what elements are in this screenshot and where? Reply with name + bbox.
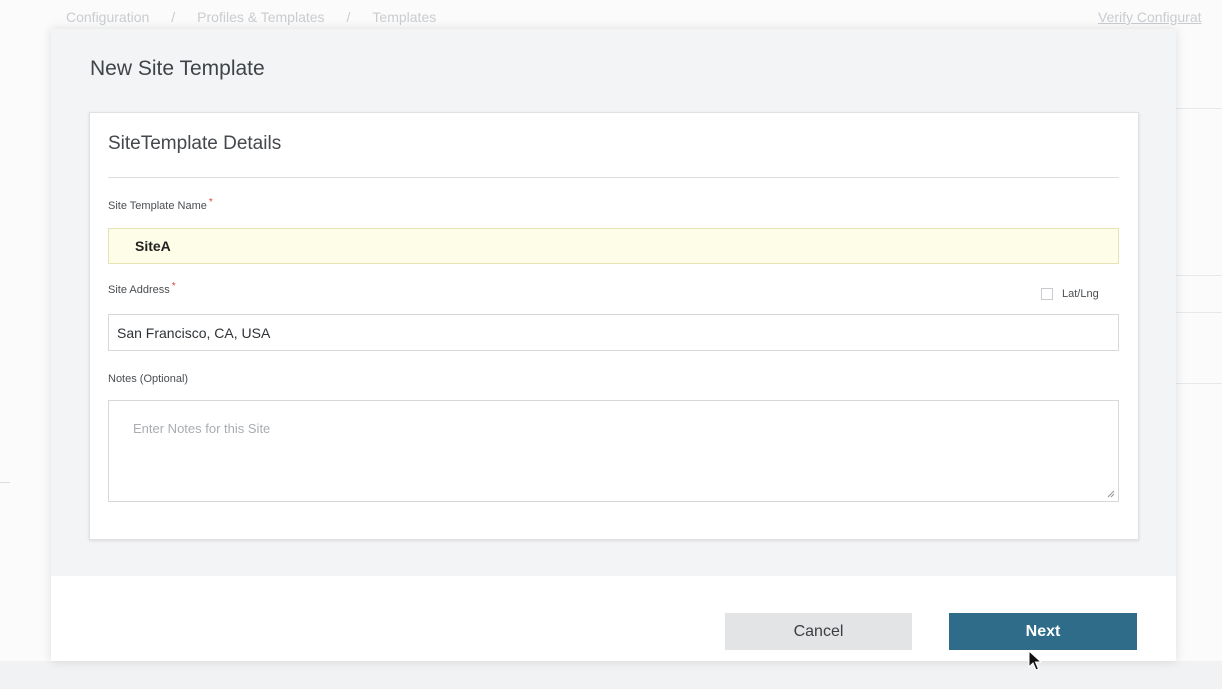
label-text: Site Address bbox=[108, 284, 170, 296]
background-breadcrumb: Configuration / Profiles & Templates / T… bbox=[66, 9, 458, 25]
breadcrumb-item[interactable]: Profiles & Templates bbox=[197, 9, 324, 25]
background-divider bbox=[1176, 312, 1222, 313]
dialog-body: New Site Template SiteTemplate Details S… bbox=[51, 29, 1176, 576]
next-button[interactable]: Next bbox=[949, 613, 1137, 650]
site-template-name-input[interactable] bbox=[108, 228, 1119, 264]
new-site-template-dialog: New Site Template SiteTemplate Details S… bbox=[51, 29, 1176, 661]
required-marker: * bbox=[208, 197, 213, 208]
required-marker: * bbox=[171, 281, 176, 292]
latlng-checkbox[interactable] bbox=[1041, 288, 1053, 300]
mouse-cursor-icon bbox=[1028, 650, 1042, 671]
notes-textarea[interactable] bbox=[108, 400, 1119, 502]
card-title: SiteTemplate Details bbox=[108, 133, 282, 154]
label-text: Site Template Name bbox=[108, 200, 207, 212]
dialog-title: New Site Template bbox=[90, 57, 265, 80]
breadcrumb-item: Templates bbox=[372, 9, 437, 25]
site-template-name-label: Site Template Name * bbox=[108, 197, 213, 212]
page: Configuration / Profiles & Templates / T… bbox=[0, 0, 1222, 689]
notes-label: Notes (Optional) bbox=[108, 373, 189, 385]
background-divider bbox=[1176, 108, 1222, 109]
breadcrumb-separator: / bbox=[346, 9, 351, 25]
site-address-label: Site Address * bbox=[108, 281, 176, 296]
background-divider bbox=[0, 482, 10, 483]
cancel-button[interactable]: Cancel bbox=[725, 613, 912, 650]
latlng-label: Lat/Lng bbox=[1062, 288, 1099, 300]
breadcrumb-item[interactable]: Configuration bbox=[66, 9, 149, 25]
site-template-details-card: SiteTemplate Details Site Template Name *… bbox=[89, 112, 1139, 540]
site-address-input[interactable] bbox=[108, 314, 1119, 351]
verify-configuration-link[interactable]: Verify Configurat bbox=[1098, 9, 1202, 25]
background-divider bbox=[1176, 275, 1222, 276]
breadcrumb-separator: / bbox=[171, 9, 176, 25]
resize-grip-icon[interactable] bbox=[1107, 490, 1115, 498]
card-divider bbox=[108, 177, 1119, 178]
background-divider bbox=[1176, 383, 1222, 384]
latlng-toggle[interactable]: Lat/Lng bbox=[1041, 288, 1099, 300]
